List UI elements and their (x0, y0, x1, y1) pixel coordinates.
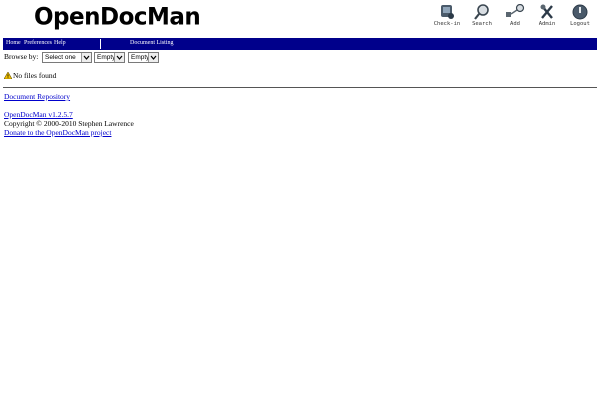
check-in-icon (441, 5, 454, 19)
check-in-label: Check-in (433, 21, 461, 27)
browse-label: Browse by: (4, 52, 39, 61)
no-files-message: No files found (3, 71, 57, 80)
admin-button[interactable]: Admin (530, 4, 564, 27)
search-button[interactable]: Search (465, 4, 499, 27)
warning-icon (3, 71, 13, 80)
version-footer: OpenDocMan v1.2.5.7 (4, 110, 73, 119)
browse-select-value-value: Empty (131, 54, 150, 61)
chevron-down-icon (148, 53, 158, 62)
browse-select-category[interactable]: Select one (42, 52, 92, 63)
browse-select-filter-value: Empty (97, 54, 116, 61)
nav-bar: Home Preferences Help Document Listing (3, 38, 597, 50)
donate-link[interactable]: Donate to the OpenDocMan project (4, 128, 111, 137)
copyright-text: Copyright © 2000-2010 Stephen Lawrence (4, 119, 134, 128)
add-icon (506, 4, 525, 17)
toolbar: Check-in Search Add Admin Logout (428, 4, 598, 34)
admin-icon (540, 4, 553, 19)
document-repository-link[interactable]: Document Repository (4, 92, 70, 101)
search-label: Search (472, 21, 492, 27)
nav-help[interactable]: Help (54, 40, 66, 46)
nav-separator (100, 39, 101, 49)
divider (3, 87, 597, 88)
logout-icon (572, 4, 588, 20)
donate-footer: Donate to the OpenDocMan project (4, 128, 111, 137)
add-button[interactable]: Add (498, 4, 532, 27)
logout-button[interactable]: Logout (563, 4, 597, 27)
chevron-down-icon (81, 53, 91, 62)
nav-current-page: Document Listing (130, 40, 174, 46)
document-repository-footer: Document Repository (4, 92, 70, 101)
check-in-button[interactable]: Check-in (430, 4, 464, 27)
search-icon (474, 4, 489, 20)
no-files-text: No files found (13, 71, 57, 80)
chevron-down-icon (114, 53, 124, 62)
browse-select-filter[interactable]: Empty (94, 52, 125, 63)
add-label: Add (510, 21, 520, 27)
browse-select-category-value: Select one (45, 54, 76, 61)
logout-label: Logout (570, 21, 590, 27)
version-link[interactable]: OpenDocMan v1.2.5.7 (4, 110, 73, 119)
nav-home[interactable]: Home (6, 40, 21, 46)
browse-select-value[interactable]: Empty (128, 52, 159, 63)
app-logo: OpenDocMan (34, 3, 201, 31)
nav-preferences[interactable]: Preferences (24, 40, 52, 46)
admin-label: Admin (538, 21, 556, 27)
